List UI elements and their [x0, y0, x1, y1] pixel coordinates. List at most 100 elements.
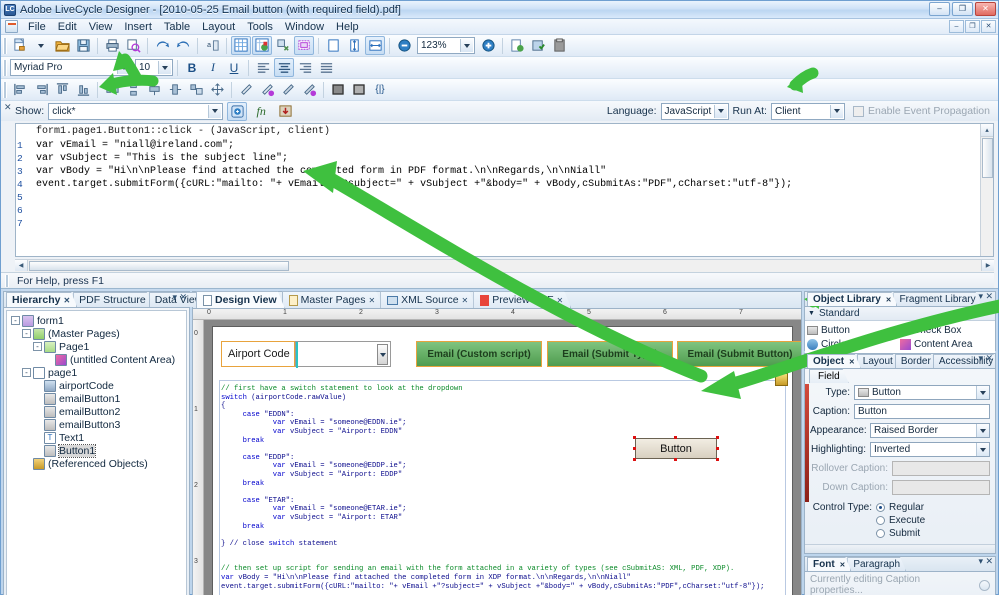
page-height-icon[interactable] — [344, 36, 364, 55]
font-name-dropdown-arrow[interactable] — [117, 61, 130, 74]
import-script-icon[interactable] — [275, 102, 295, 121]
object-panel-controls[interactable]: ▾ ✕ — [978, 354, 993, 364]
scroll-left-icon[interactable]: ◀ — [15, 260, 28, 271]
tab-design-view[interactable]: Design View — [196, 291, 285, 308]
resize-icon[interactable] — [207, 80, 227, 99]
object-library-panel-controls[interactable]: ▾ ✕ — [978, 291, 993, 302]
save-icon[interactable] — [73, 36, 93, 55]
layout-toolbar-grip[interactable] — [3, 81, 7, 98]
align-justify-icon[interactable] — [316, 58, 336, 77]
menu-item-window[interactable]: Window — [279, 20, 330, 34]
tree-toggle[interactable]: - — [22, 368, 31, 377]
enable-event-propagation-checkbox[interactable] — [852, 105, 864, 117]
find-icon[interactable]: ᵃᵃ — [202, 36, 222, 55]
bring-to-front-icon[interactable] — [236, 80, 256, 99]
snap-icon[interactable] — [252, 36, 272, 55]
runat-dropdown-arrow[interactable] — [829, 104, 843, 118]
tab-object-library[interactable]: Object Library ✕ — [807, 292, 897, 306]
tab-fragment-library[interactable]: Fragment Library — [893, 292, 981, 306]
chevron-down-icon[interactable]: ▼ — [808, 310, 815, 317]
radio-submit[interactable] — [876, 529, 885, 538]
email-submit-type-button[interactable]: Email (Submit Type) — [547, 341, 673, 367]
radio-execute[interactable] — [876, 516, 885, 525]
hierarchy-panel-controls[interactable]: ▾ ✕ — [172, 292, 187, 303]
vertical-ruler[interactable]: 0 1 2 3 — [193, 320, 204, 595]
library-item-circle[interactable]: Circle — [807, 337, 900, 351]
airport-code-dropdown[interactable] — [295, 341, 391, 368]
zoom-in-icon[interactable] — [478, 36, 498, 55]
align-left-icon[interactable] — [253, 58, 273, 77]
library-item-button[interactable]: Button — [807, 323, 900, 337]
library-item-check-box[interactable]: ✓ Check Box — [900, 323, 993, 337]
tab-object[interactable]: Object ✕ — [807, 354, 861, 368]
tab-close-icon[interactable]: ✕ — [849, 359, 855, 366]
menu-item-tools[interactable]: Tools — [241, 20, 279, 34]
tab-paragraph[interactable]: Paragraph — [847, 557, 906, 571]
resize-handle[interactable] — [674, 458, 677, 461]
tab-border[interactable]: Border — [895, 354, 937, 368]
font-size-dropdown-arrow[interactable] — [158, 61, 171, 74]
resize-handle[interactable] — [633, 458, 636, 461]
tab-hierarchy[interactable]: Hierarchy ✕ — [6, 292, 77, 307]
script-horizontal-scrollbar[interactable]: ◀ ▶ — [15, 259, 994, 272]
maximize-button[interactable]: ❐ — [952, 2, 973, 16]
tab-close-icon[interactable]: ✕ — [368, 296, 375, 305]
preview-pdf-icon[interactable] — [507, 36, 527, 55]
object-library-items[interactable]: Button ✓ Check Box Circle Content Area — [805, 321, 995, 353]
appearance-dropdown-arrow[interactable] — [976, 424, 989, 437]
font-name-combo[interactable]: Myriad Pro — [10, 59, 132, 76]
show-event-combo[interactable]: click* — [48, 102, 224, 120]
undo-icon[interactable] — [152, 36, 172, 55]
make-same-size-icon[interactable] — [186, 80, 206, 99]
tree-node-emailbutton1[interactable]: emailButton1 — [9, 392, 184, 405]
open-icon[interactable] — [52, 36, 72, 55]
font-size-combo[interactable]: 10 — [135, 59, 173, 76]
content-area-marker-icon[interactable] — [775, 373, 788, 386]
library-item-content-area[interactable]: Content Area — [900, 337, 993, 351]
tree-node-page1-master[interactable]: - Page1 — [9, 340, 184, 353]
hscroll-thumb[interactable] — [29, 261, 289, 271]
tree-node-airportcode[interactable]: airportCode — [9, 379, 184, 392]
doc-close-button[interactable]: ✕ — [981, 20, 996, 33]
new-dropdown-icon[interactable] — [31, 36, 51, 55]
scroll-thumb[interactable] — [982, 138, 993, 178]
tab-layout[interactable]: Layout — [857, 354, 899, 368]
object-library-group-header[interactable]: ▼ Standard — [805, 307, 995, 321]
align-right-icon[interactable] — [295, 58, 315, 77]
align-left-edges-icon[interactable] — [10, 80, 30, 99]
tree-node-emailbutton2[interactable]: emailButton2 — [9, 405, 184, 418]
tab-preview-pdf[interactable]: Preview PDF ✕ — [473, 291, 571, 308]
insert-expression-icon[interactable]: {|} — [370, 80, 390, 99]
tab-xml-source[interactable]: XML Source ✕ — [380, 291, 476, 308]
font-toolbar-grip[interactable] — [3, 59, 7, 76]
italic-icon[interactable]: I — [203, 58, 223, 77]
language-dropdown-arrow[interactable] — [713, 104, 727, 118]
align-top-edges-icon[interactable] — [52, 80, 72, 99]
runat-combo[interactable]: Client — [770, 102, 845, 120]
center-horizontally-icon[interactable] — [144, 80, 164, 99]
page-width-icon[interactable] — [323, 36, 343, 55]
control-type-execute-option[interactable]: Execute — [876, 515, 925, 526]
tree-toggle[interactable]: - — [22, 329, 31, 338]
underline-icon[interactable]: U — [224, 58, 244, 77]
tree-node-form1[interactable]: - form1 — [9, 314, 184, 327]
script-pane-close-icon[interactable]: ✕ — [4, 102, 12, 113]
airport-code-label[interactable]: Airport Code — [221, 341, 295, 367]
caption-input[interactable]: Button — [854, 404, 990, 419]
resize-handle[interactable] — [716, 436, 719, 439]
fit-width-icon[interactable] — [365, 36, 385, 55]
appearance-dropdown[interactable]: Raised Border — [870, 423, 990, 438]
highlighting-dropdown-arrow[interactable] — [976, 443, 989, 456]
dropdown-arrow-icon[interactable] — [377, 344, 388, 365]
scroll-right-icon[interactable]: ▶ — [981, 260, 994, 271]
send-backward-icon[interactable] — [278, 80, 298, 99]
paste-icon[interactable] — [549, 36, 569, 55]
split-cells-icon[interactable] — [349, 80, 369, 99]
select-area-icon[interactable] — [294, 36, 314, 55]
tree-node-page1[interactable]: - page1 — [9, 366, 184, 379]
zoom-out-icon[interactable] — [394, 36, 414, 55]
merge-cells-icon[interactable] — [328, 80, 348, 99]
script-code-lines[interactable]: 1 2 3 4 5 6 7 var vEmail = "niall@irelan… — [16, 139, 993, 229]
highlighting-dropdown[interactable]: Inverted — [870, 442, 990, 457]
resize-handle[interactable] — [716, 447, 719, 450]
